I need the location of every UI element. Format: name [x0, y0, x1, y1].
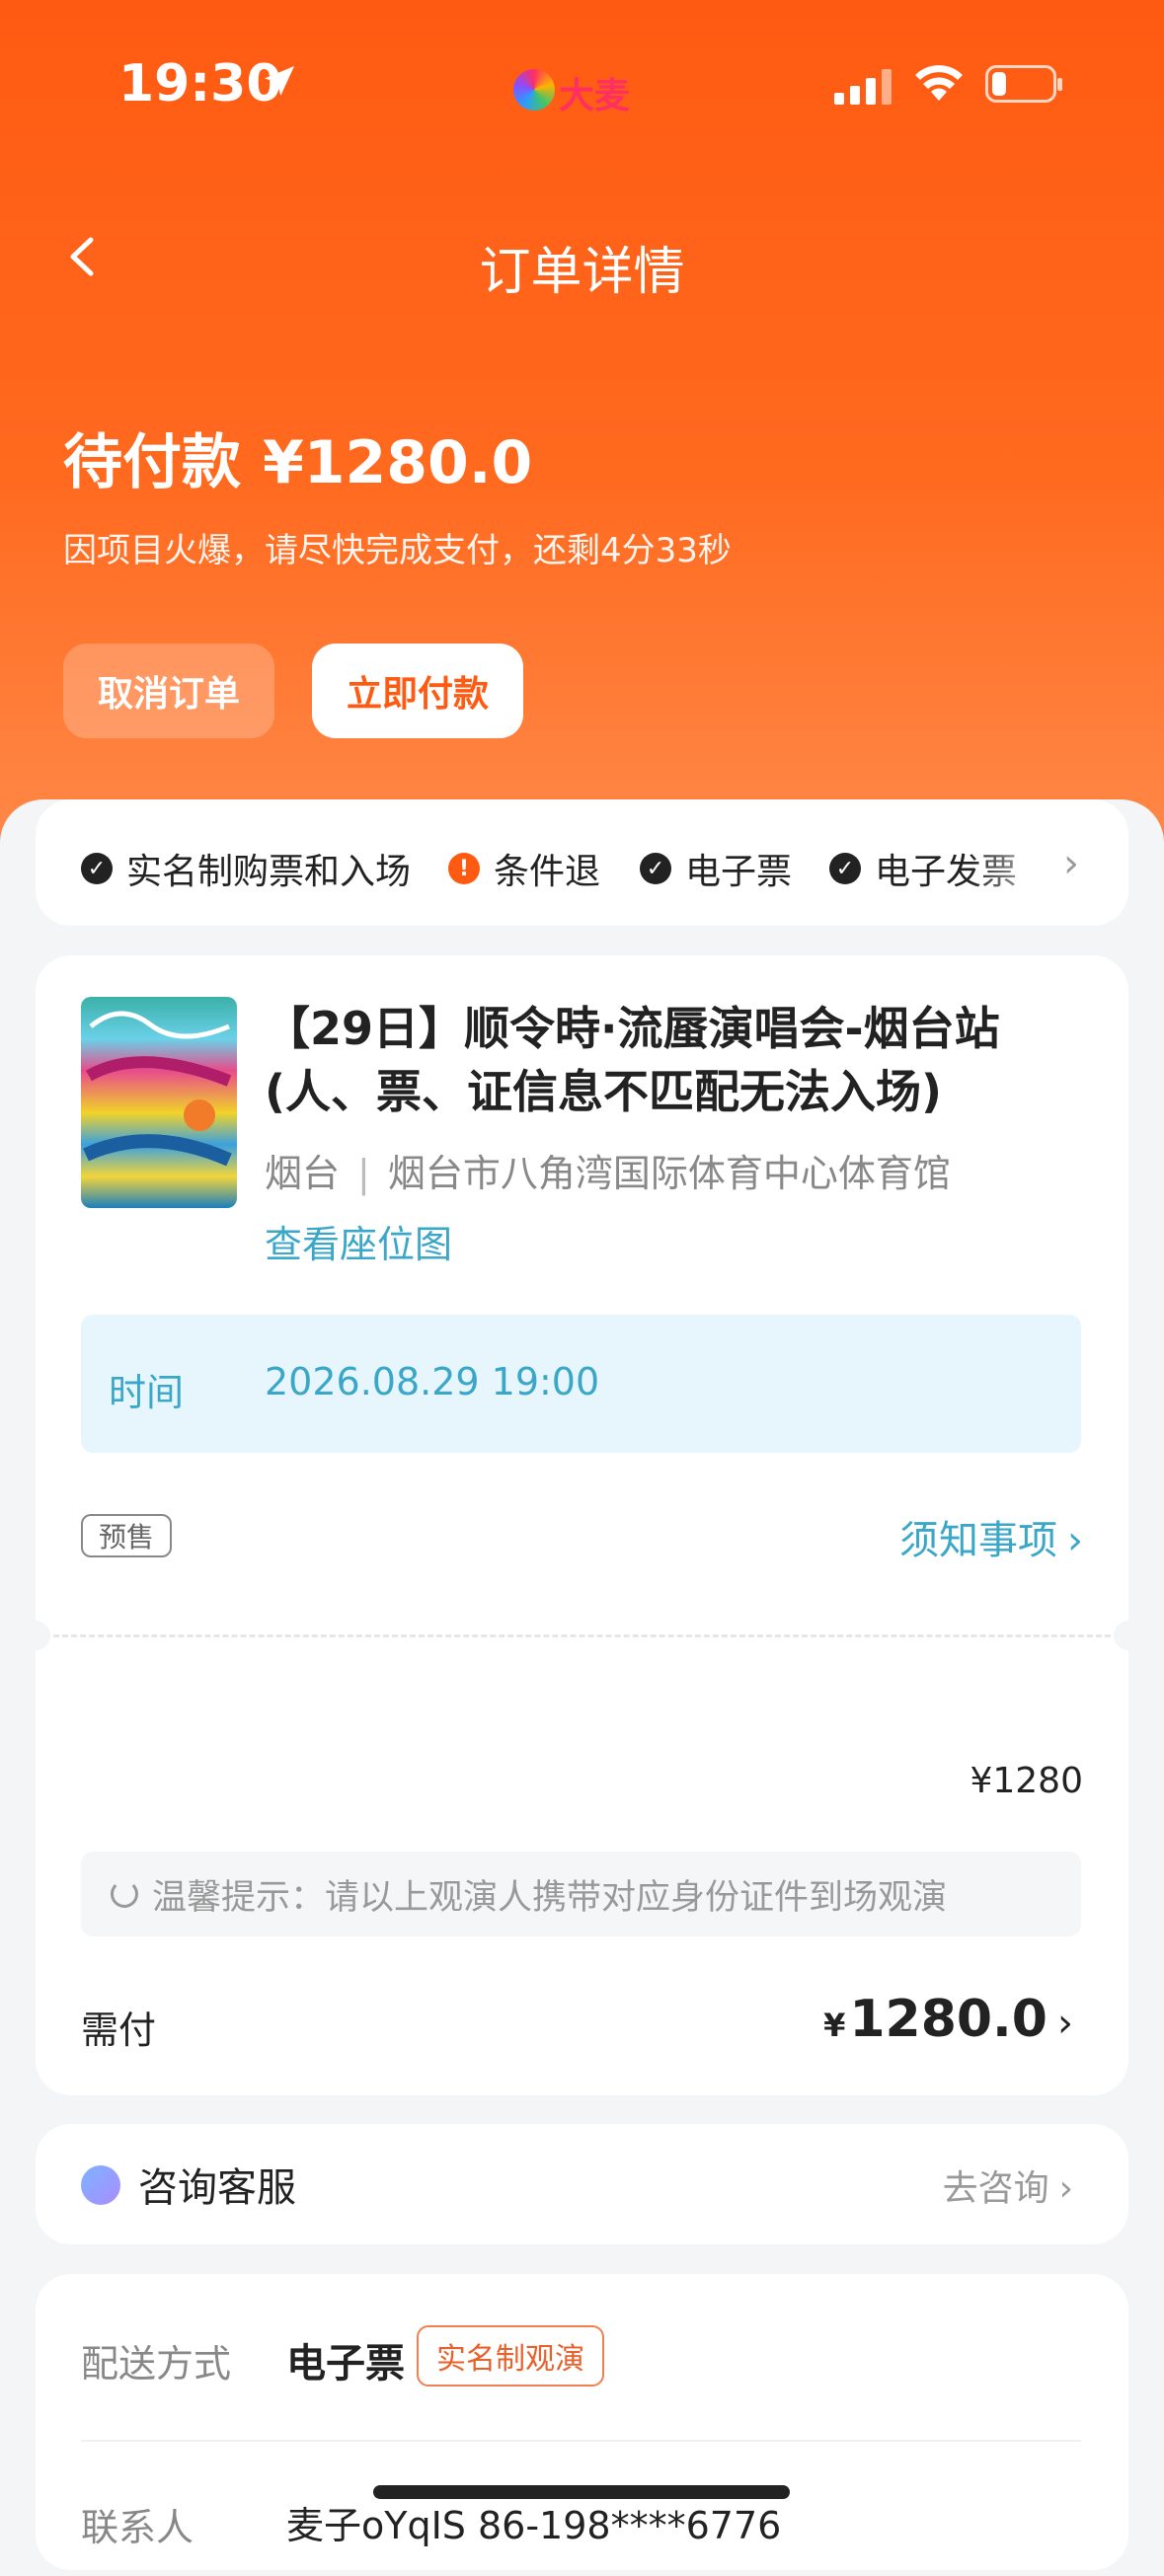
- ticket-price: ¥1280: [970, 1761, 1083, 1801]
- location-arrow-icon: [265, 66, 294, 96]
- show-title[interactable]: 【29日】顺令時·流蜃演唱会-烟台站(人、票、证信息不匹配无法入场): [265, 997, 1094, 1123]
- delivery-label: 配送方式: [81, 2342, 232, 2386]
- pay-now-button[interactable]: 立即付款: [312, 644, 523, 738]
- consult-link[interactable]: 去咨询 ›: [943, 2159, 1073, 2211]
- warning-icon: !: [448, 853, 480, 884]
- cellular-signal-icon: [834, 69, 892, 105]
- time-value: 2026.08.29 19:00: [265, 1360, 600, 1403]
- status-bar: 19:30 大麦: [0, 0, 1164, 173]
- service-tags-bar[interactable]: ✓ 实名制购票和入场 ! 条件退 ✓ 电子票 ✓ 电子发票 ›: [36, 799, 1128, 926]
- chevron-right-icon: ›: [1058, 2168, 1073, 2209]
- order-status: 待付款: [63, 428, 241, 497]
- cancel-order-button[interactable]: 取消订单: [63, 644, 274, 738]
- chat-bubble-icon: [81, 2165, 120, 2205]
- order-amount: ¥1280.0: [263, 428, 533, 497]
- delivery-card: 配送方式 电子票 实名制观演 联系人 麦子oYqIS 86-198****677…: [36, 2274, 1128, 2570]
- delivery-value: 电子票: [286, 2341, 405, 2387]
- payment-countdown: 因项目火爆，请尽快完成支付，还剩4分33秒: [63, 531, 732, 570]
- poster-artwork-icon: [83, 1011, 232, 1167]
- battery-icon: [985, 65, 1062, 103]
- tag-e-ticket: ✓ 电子票: [640, 843, 792, 894]
- check-icon: ✓: [81, 853, 113, 884]
- order-status-heading: 待付款 ¥1280.0: [63, 415, 532, 500]
- venue-city: 烟台: [265, 1152, 341, 1195]
- warm-tip: 温馨提示：请以上观演人携带对应身份证件到场观演: [81, 1852, 1081, 1936]
- tag-real-name: ✓ 实名制购票和入场: [81, 843, 411, 894]
- show-time-box: 时间 2026.08.29 19:00: [81, 1315, 1081, 1453]
- contact-label: 联系人: [81, 2506, 194, 2549]
- amount-due-label: 需付: [81, 2008, 157, 2052]
- amount-due[interactable]: ¥1280.0 ›: [823, 1990, 1073, 2049]
- real-name-badge: 实名制观演: [417, 2325, 604, 2387]
- wifi-icon: [915, 65, 963, 101]
- time-label: 时间: [109, 1371, 185, 1414]
- ticket-divider: [36, 1634, 1128, 1637]
- service-label: 咨询客服: [138, 2165, 296, 2211]
- page-title: 订单详情: [479, 243, 685, 302]
- presale-badge: 预售: [81, 1514, 173, 1557]
- chevron-right-icon: ›: [1057, 2001, 1073, 2046]
- status-time: 19:30: [118, 54, 282, 114]
- show-venue: 烟台 | 烟台市八角湾国际体育中心体育馆: [265, 1152, 951, 1195]
- chevron-right-icon[interactable]: ›: [1063, 841, 1079, 886]
- seat-map-link[interactable]: 查看座位图: [265, 1214, 452, 1268]
- loading-icon: [111, 1880, 138, 1908]
- nav-bar: 订单详情: [0, 202, 1164, 311]
- notice-link[interactable]: 须知事项 ›: [899, 1508, 1083, 1565]
- customer-service-row[interactable]: 咨询客服 去咨询 ›: [36, 2124, 1128, 2244]
- chevron-right-icon: ›: [1067, 1518, 1083, 1563]
- show-info-card: 【29日】顺令時·流蜃演唱会-烟台站(人、票、证信息不匹配无法入场) 烟台 | 烟台…: [21, 955, 1143, 2095]
- damai-logo-icon: [513, 69, 555, 111]
- home-indicator[interactable]: [373, 2485, 790, 2499]
- tag-conditional-refund: ! 条件退: [448, 843, 600, 894]
- show-poster[interactable]: [81, 997, 237, 1208]
- check-icon: ✓: [640, 853, 671, 884]
- venue-name: 烟台市八角湾国际体育中心体育馆: [387, 1152, 951, 1195]
- brand-label: 大麦: [559, 76, 631, 116]
- check-icon: ✓: [829, 853, 861, 884]
